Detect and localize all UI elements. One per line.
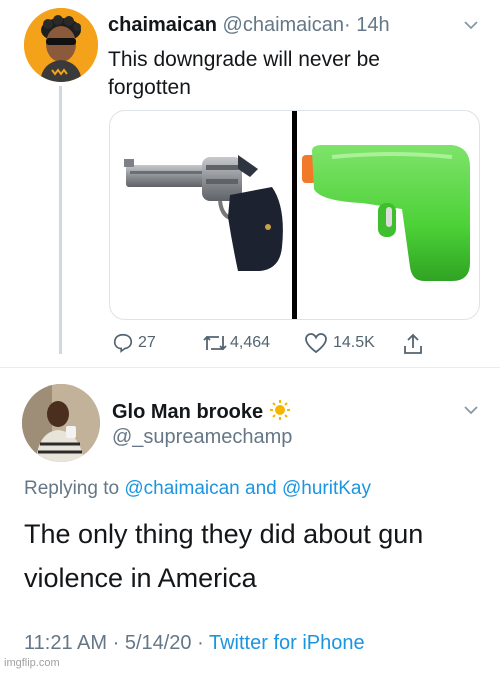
avatar-illustration — [24, 8, 98, 82]
reply-bubble-icon — [113, 333, 133, 353]
mention-link[interactable]: @huritKay — [282, 478, 371, 499]
heart-icon — [305, 333, 327, 354]
tweet-media-card[interactable] — [109, 110, 480, 320]
tweet-author-avatar[interactable] — [24, 8, 98, 82]
avatar-photo — [22, 384, 100, 462]
media-divider — [292, 111, 297, 319]
reply-text: The only thing they did about gun violen… — [24, 519, 424, 593]
like-count: 14.5K — [333, 334, 375, 351]
tweet-timestamp[interactable]: 14h — [356, 14, 389, 36]
header-dot: · — [343, 14, 351, 36]
watermark: imgflip.com — [4, 657, 60, 669]
tweet-footer-meta: 11:21 AM · 5/14/20 · Twitter for iPhone — [24, 632, 365, 655]
thread-connector-line — [59, 86, 62, 354]
tweet-author-handle[interactable]: @chaimaican — [223, 14, 344, 36]
sun-icon — [269, 400, 290, 420]
tweet-header: chaimaican @chaimaican· 14h — [108, 14, 390, 37]
tweet-separator — [0, 367, 500, 368]
water-gun-icon — [302, 145, 470, 281]
tweet-source-link[interactable]: Twitter for iPhone — [209, 632, 365, 654]
reply-action[interactable]: 27 — [112, 332, 156, 354]
reply-count: 27 — [138, 334, 156, 351]
tweet-time[interactable]: 11:21 AM — [24, 632, 107, 654]
share-action[interactable] — [402, 332, 424, 356]
like-action[interactable]: 14.5K — [304, 332, 375, 354]
tweet-author-name[interactable]: chaimaican — [108, 14, 217, 36]
retweet-action[interactable]: 4,464 — [202, 332, 270, 354]
footer-dot: · — [197, 632, 204, 654]
share-icon — [404, 333, 422, 354]
chevron-down-icon[interactable] — [464, 405, 478, 415]
tweet-text: This downgrade will never be forgotten — [108, 48, 380, 99]
revolver-icon — [124, 155, 283, 271]
reply-author-avatar[interactable] — [22, 384, 100, 462]
mention-link[interactable]: @chaimaican — [124, 478, 239, 499]
replying-to-line: Replying to @chaimaican and @huritKay — [24, 478, 371, 500]
retweet-count: 4,464 — [230, 334, 271, 351]
tweet-date[interactable]: 5/14/20 — [125, 632, 192, 654]
reply-author-handle[interactable]: @_supreamechamp — [112, 426, 292, 449]
reply-author-name-row[interactable]: Glo Man brooke — [112, 399, 291, 424]
reply-author-name: Glo Man brooke — [112, 401, 264, 423]
retweet-icon — [203, 335, 227, 351]
replying-and[interactable]: and — [245, 478, 277, 499]
chevron-down-icon[interactable] — [464, 20, 478, 30]
footer-dot: · — [112, 632, 120, 654]
replying-prefix: Replying to — [24, 478, 120, 499]
